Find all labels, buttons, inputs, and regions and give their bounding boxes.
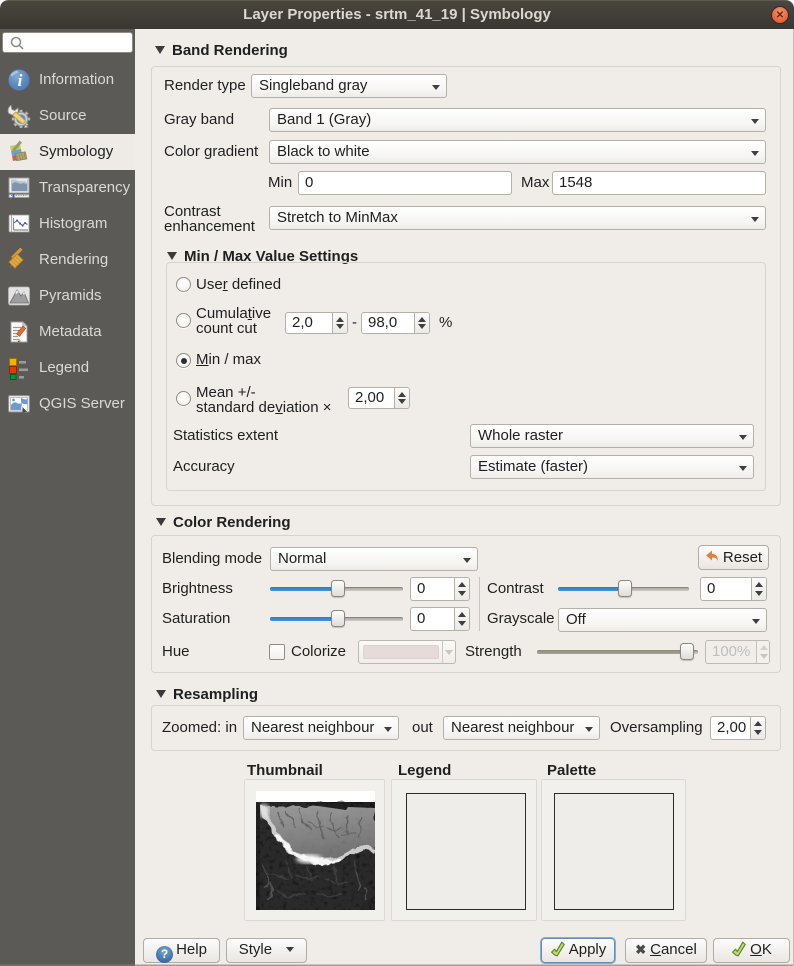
svg-text:i: i <box>18 71 23 90</box>
